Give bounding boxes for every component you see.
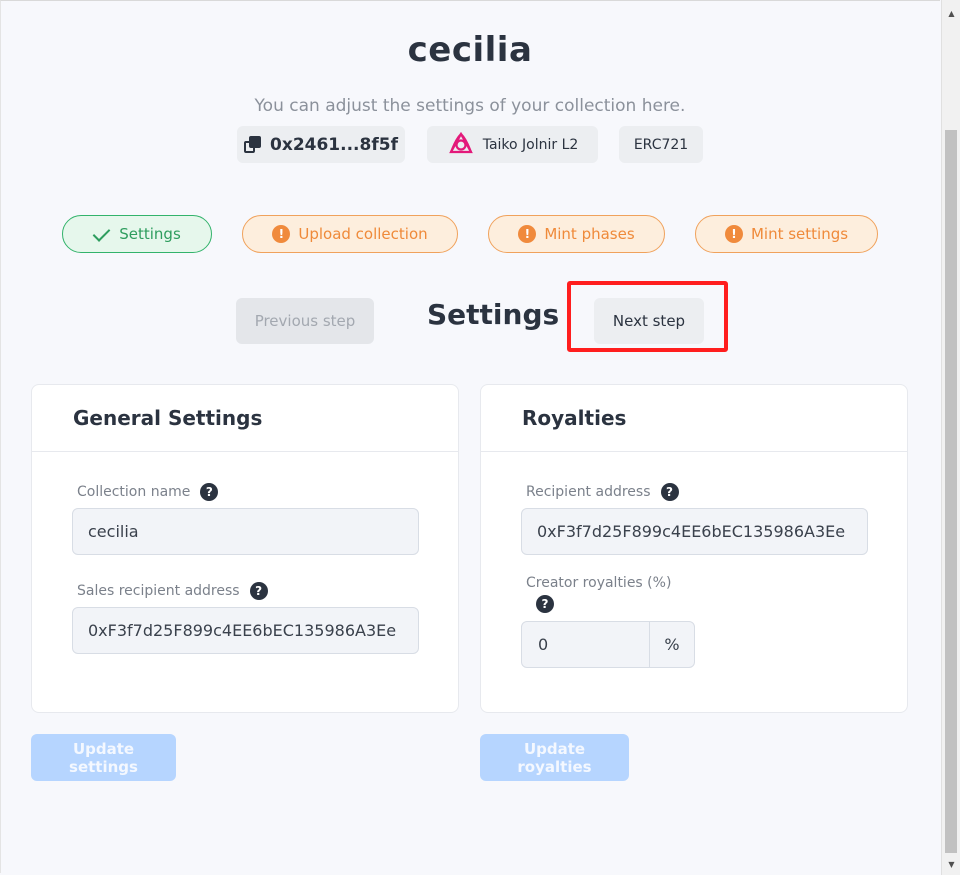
token-standard-badge: ERC721 bbox=[619, 126, 703, 163]
update-royalties-button[interactable]: Update royalties bbox=[480, 734, 629, 781]
royalties-card: Royalties Recipient address ? 0xF3f7d25F… bbox=[480, 384, 908, 713]
token-standard: ERC721 bbox=[633, 136, 689, 153]
creator-royalties-field[interactable]: 0 % bbox=[521, 621, 695, 668]
taiko-logo-icon bbox=[448, 131, 473, 153]
scroll-down-arrow-icon[interactable]: ▼ bbox=[942, 855, 960, 873]
collection-name-input[interactable]: cecilia bbox=[72, 508, 419, 555]
step-label: Upload collection bbox=[298, 225, 428, 243]
chain-name: Taiko Jolnir L2 bbox=[482, 136, 579, 153]
step-label: Mint settings bbox=[750, 225, 849, 243]
previous-step-button[interactable]: Previous step bbox=[236, 298, 374, 344]
recipient-address-label: Recipient address ? bbox=[526, 483, 679, 501]
creator-royalties-input[interactable]: 0 bbox=[522, 622, 649, 667]
next-step-button[interactable]: Next step bbox=[594, 298, 704, 344]
collection-name-label: Collection name ? bbox=[77, 483, 219, 501]
copy-icon[interactable] bbox=[244, 135, 262, 154]
step-mint-settings[interactable]: ! Mint settings bbox=[695, 215, 878, 253]
scrollbar-thumb[interactable] bbox=[945, 130, 957, 853]
help-icon[interactable]: ? bbox=[536, 595, 554, 613]
step-settings[interactable]: Settings bbox=[62, 215, 212, 253]
percent-addon: % bbox=[649, 622, 694, 667]
general-settings-card: General Settings Collection name ? cecil… bbox=[31, 384, 459, 713]
sales-recipient-label: Sales recipient address ? bbox=[77, 582, 268, 600]
step-mint-phases[interactable]: ! Mint phases bbox=[488, 215, 665, 253]
help-icon[interactable]: ? bbox=[249, 582, 268, 600]
recipient-address-input[interactable]: 0xF3f7d25F899c4EE6bEC135986A3Ee bbox=[521, 508, 868, 555]
contract-address: 0x2461...8f5f bbox=[270, 134, 398, 155]
label-text: Collection name bbox=[77, 484, 191, 500]
help-icon[interactable]: ? bbox=[200, 483, 219, 501]
update-settings-button[interactable]: Update settings bbox=[31, 734, 176, 781]
label-text: Sales recipient address bbox=[77, 583, 240, 599]
step-upload-collection[interactable]: ! Upload collection bbox=[242, 215, 458, 253]
step-label: Mint phases bbox=[544, 225, 635, 243]
warning-icon: ! bbox=[518, 225, 537, 243]
help-icon[interactable]: ? bbox=[660, 483, 679, 501]
warning-icon: ! bbox=[272, 225, 291, 243]
page-title: cecilia bbox=[407, 30, 533, 70]
contract-address-copy[interactable]: 0x2461...8f5f bbox=[237, 126, 405, 163]
label-text: Recipient address bbox=[526, 484, 651, 500]
creator-royalties-label: Creator royalties (%) bbox=[526, 575, 672, 591]
step-label: Settings bbox=[119, 225, 181, 243]
page-subtitle: You can adjust the settings of your coll… bbox=[254, 96, 686, 116]
warning-icon: ! bbox=[724, 225, 743, 243]
checkmark-icon bbox=[93, 228, 111, 240]
card-title: General Settings bbox=[32, 385, 458, 452]
chain-badge: Taiko Jolnir L2 bbox=[427, 126, 598, 163]
vertical-scrollbar[interactable]: ▲ ▼ bbox=[941, 0, 960, 875]
card-title: Royalties bbox=[481, 385, 907, 452]
current-step-title: Settings bbox=[427, 298, 560, 331]
scroll-up-arrow-icon[interactable]: ▲ bbox=[942, 4, 960, 22]
sales-recipient-input[interactable]: 0xF3f7d25F899c4EE6bEC135986A3Ee bbox=[72, 607, 419, 654]
